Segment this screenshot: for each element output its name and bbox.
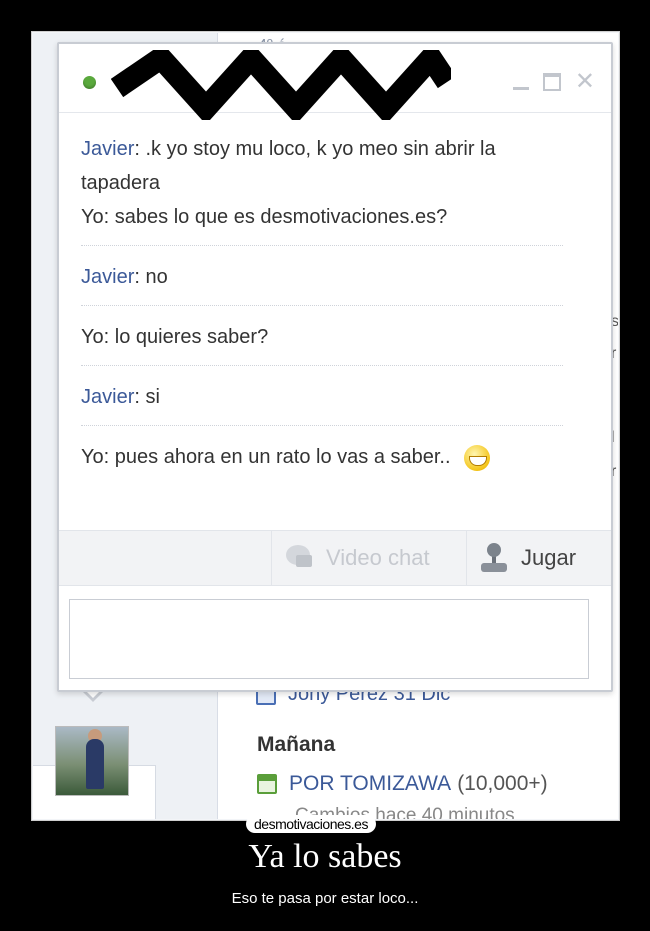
chat-message: Yo: sabes lo que es desmotivaciones.es?: [81, 206, 448, 228]
message-sender[interactable]: Javier: [81, 266, 134, 288]
message-input[interactable]: [69, 599, 589, 679]
message-text: lo quieres saber?: [114, 326, 269, 348]
chat-toolbar: Video chat Jugar: [59, 530, 611, 586]
chat-titlebar[interactable]: ✕: [59, 44, 611, 120]
message-divider: [81, 305, 563, 307]
poster-title: Ya lo sabes: [248, 838, 402, 875]
message-sender[interactable]: Javier: [81, 138, 134, 160]
message-text: si: [145, 386, 160, 408]
censor-scribble: [111, 50, 451, 120]
message-text: sabes lo que es desmotivaciones.es?: [114, 206, 448, 228]
avatar[interactable]: [55, 726, 129, 796]
event-item[interactable]: POR TOMIZAWA (10,000+): [257, 772, 548, 796]
minimize-icon[interactable]: [512, 86, 529, 90]
play-label: Jugar: [521, 545, 577, 570]
event-link[interactable]: POR TOMIZAWA: [289, 772, 451, 796]
play-button[interactable]: Jugar: [479, 531, 576, 585]
chat-window: ✕ Javier: .k yo stoy mu loco, k yo meo s…: [57, 42, 613, 692]
avatar-figure: [86, 739, 104, 789]
online-status-icon: [83, 76, 96, 89]
message-divider: [81, 365, 563, 367]
message-sender[interactable]: Javier: [81, 386, 134, 408]
chat-message: Javier: .k yo stoy mu loco, k yo meo sin…: [81, 138, 496, 194]
message-text: no: [145, 266, 168, 288]
poster-subtitle: Eso te pasa por estar loco...: [231, 890, 419, 907]
event-count: (10,000+): [457, 772, 548, 795]
message-text: pues ahora en un rato lo vas a saber..: [114, 446, 451, 468]
video-chat-label: Video chat: [326, 545, 430, 570]
chat-message: Yo: pues ahora en un rato lo vas a saber…: [81, 440, 561, 474]
chat-message: Javier: no: [81, 266, 168, 288]
message-text: .k yo stoy mu loco, k yo meo sin abrir l…: [81, 138, 496, 194]
grin-smiley-icon: [464, 444, 491, 471]
chat-message: Yo: lo quieres saber?: [81, 326, 269, 348]
poster-frame: 4º ó· · · s r l r Jony Perez 31 Dic Maña…: [31, 31, 620, 821]
maximize-icon[interactable]: [542, 73, 561, 91]
joystick-icon: [479, 543, 509, 573]
message-sender: Yo: [81, 326, 104, 348]
close-icon[interactable]: ✕: [575, 70, 595, 94]
calendar-icon: [257, 774, 277, 794]
message-divider: [81, 425, 563, 427]
video-camera-icon: [286, 545, 316, 571]
message-divider: [81, 245, 563, 247]
window-controls: ✕: [512, 70, 595, 94]
screenshot: 4º ó· · · s r l r Jony Perez 31 Dic Maña…: [33, 33, 618, 819]
message-sender: Yo: [81, 206, 104, 228]
site-watermark: desmotivaciones.es: [246, 815, 376, 833]
chat-message: Javier: si: [81, 386, 160, 408]
video-chat-button[interactable]: Video chat: [271, 531, 467, 585]
message-list: Javier: .k yo stoy mu loco, k yo meo sin…: [81, 132, 563, 474]
section-heading: Mañana: [257, 733, 336, 756]
message-sender: Yo: [81, 446, 104, 468]
